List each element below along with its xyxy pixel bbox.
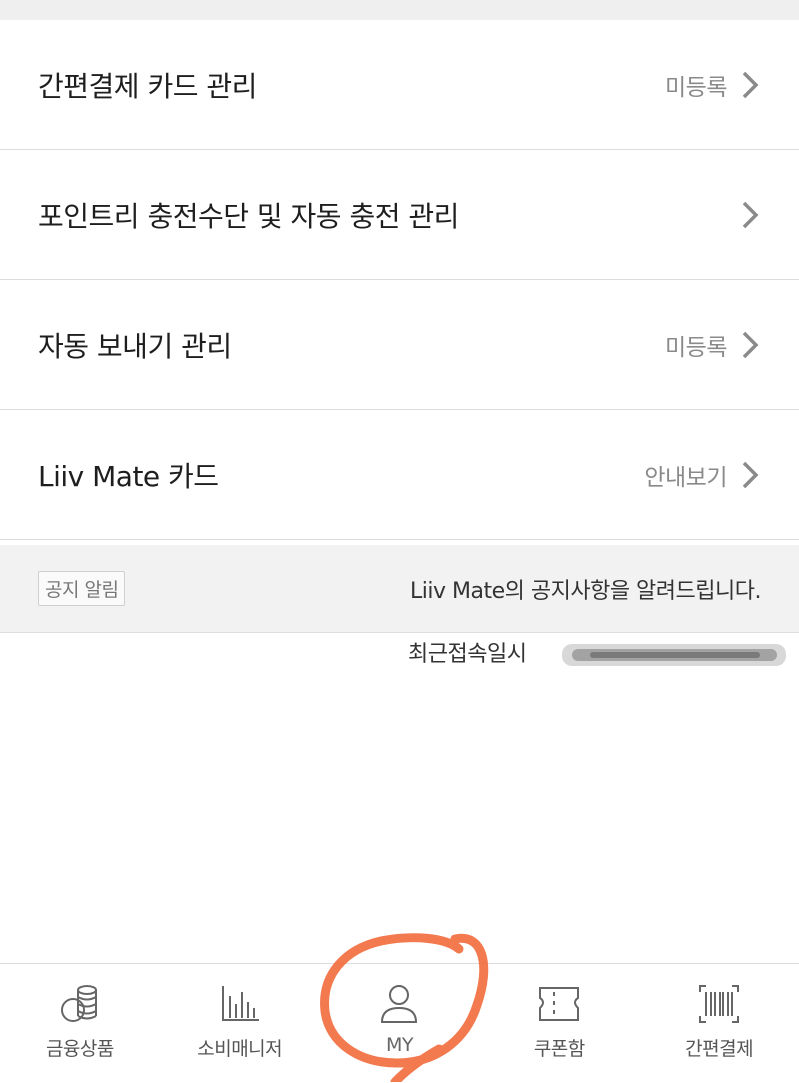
person-icon — [381, 985, 418, 1023]
tab-financial-products[interactable]: 금융상품 — [0, 964, 160, 1083]
menu-item-right — [727, 199, 761, 231]
menu-item-right: 안내보기 — [644, 458, 761, 492]
tab-label: MY — [385, 1034, 414, 1056]
barcode-icon — [699, 985, 740, 1023]
menu-item-easy-pay-card[interactable]: 간편결제 카드 관리 미등록 — [0, 20, 799, 150]
coins-icon — [60, 985, 97, 1022]
menu-item-label: 자동 보내기 관리 — [38, 329, 232, 363]
redacted-value — [562, 644, 786, 666]
tab-spending-manager[interactable]: 소비매니저 — [160, 964, 320, 1083]
menu-item-label: Liiv Mate 카드 — [38, 459, 219, 493]
notice-tag: 공지 알림 — [38, 571, 126, 606]
ticket-icon — [539, 987, 580, 1021]
tab-label: 간편결제 — [685, 1038, 754, 1060]
tab-label: 쿠폰함 — [533, 1038, 585, 1060]
last-access: 최근접속일시 — [408, 632, 527, 672]
chevron-right-icon — [742, 461, 759, 488]
chevron-right-icon — [742, 71, 759, 98]
tab-label: 소비매니저 — [197, 1038, 283, 1060]
settings-menu: 간편결제 카드 관리 미등록 포인트리 충전수단 및 자동 충전 관리 자동 보… — [0, 20, 799, 540]
notice-message: Liiv Mate의 공지사항을 알려드립니다. — [410, 578, 761, 604]
bar-chart-icon — [221, 986, 259, 1021]
notice-bar[interactable]: 공지 알림 Liiv Mate의 공지사항을 알려드립니다. — [0, 545, 799, 633]
menu-item-pointree-charge[interactable]: 포인트리 충전수단 및 자동 충전 관리 — [0, 150, 799, 280]
menu-item-right: 미등록 — [665, 328, 761, 362]
menu-item-label: 포인트리 충전수단 및 자동 충전 관리 — [38, 199, 459, 233]
tab-easy-pay[interactable]: 간편결제 — [639, 964, 799, 1083]
tab-label: 금융상품 — [45, 1038, 114, 1060]
tab-coupons[interactable]: 쿠폰함 — [479, 964, 639, 1083]
status-text: 안내보기 — [644, 464, 727, 491]
menu-item-right: 미등록 — [665, 68, 761, 102]
chevron-right-icon — [742, 201, 759, 228]
menu-item-auto-send[interactable]: 자동 보내기 관리 미등록 — [0, 280, 799, 410]
status-text: 미등록 — [665, 74, 727, 101]
bottom-tab-bar: 금융상품 소비매니저 MY 쿠폰함 간편결제 — [0, 963, 799, 1083]
tab-my[interactable]: MY — [320, 964, 480, 1083]
last-access-label: 최근접속일시 — [408, 642, 527, 667]
top-strip — [0, 0, 799, 20]
menu-item-label: 간편결제 카드 관리 — [38, 69, 257, 103]
status-text: 미등록 — [665, 334, 727, 361]
chevron-right-icon — [742, 331, 759, 358]
menu-item-liiv-mate-card[interactable]: Liiv Mate 카드 안내보기 — [0, 410, 799, 540]
